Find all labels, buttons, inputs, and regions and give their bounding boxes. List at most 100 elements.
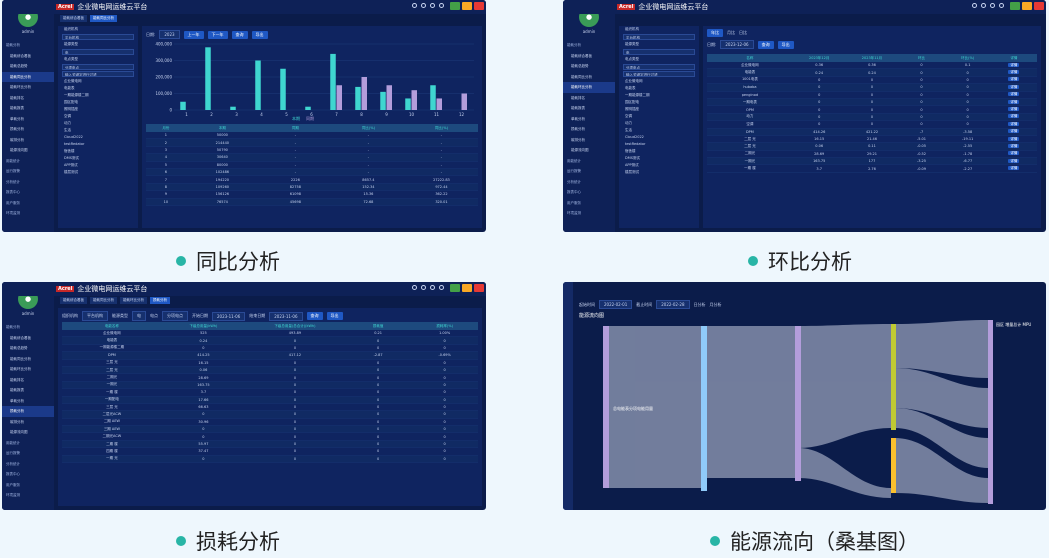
detail-button-label[interactable]: 详情: [1008, 129, 1020, 134]
detail-button-label[interactable]: 详情: [1008, 107, 1020, 112]
sidebar-item[interactable]: 碳排分析: [2, 417, 54, 428]
detail-button[interactable]: 详情: [991, 114, 1037, 119]
bar-current[interactable]: [255, 60, 261, 111]
tab-day[interactable]: 日比: [739, 30, 747, 36]
end-date-input[interactable]: 2022-02-28: [656, 300, 690, 309]
column-header[interactable]: 环比: [898, 56, 944, 61]
tree-node[interactable]: 照明插座: [58, 106, 138, 113]
detail-button-label[interactable]: 详情: [1008, 99, 1020, 104]
detail-button[interactable]: 详情: [991, 121, 1037, 127]
detail-button-label[interactable]: 详情: [1008, 143, 1020, 148]
column-header[interactable]: 2023年12月: [793, 56, 846, 61]
sidebar-item[interactable]: 能耗分析: [2, 40, 54, 51]
tree-node[interactable]: 空调: [58, 113, 138, 120]
bar-current[interactable]: [180, 101, 186, 110]
sidebar-item[interactable]: 损耗分析: [563, 124, 615, 135]
tree-node[interactable]: 电能表: [619, 85, 699, 92]
sidebar-item[interactable]: 单耗分析: [563, 114, 615, 125]
tree-node[interactable]: 空调: [619, 113, 699, 120]
prev-year-button[interactable]: 上一年: [183, 30, 204, 39]
sidebar-item[interactable]: 能耗同比分析: [563, 72, 615, 83]
tree-node[interactable]: 动力: [619, 120, 699, 127]
sidebar-item[interactable]: 用能统计: [2, 156, 54, 167]
tree-node[interactable]: 宿舍楼: [619, 148, 699, 155]
sidebar-item[interactable]: 能耗报表: [2, 385, 54, 396]
status-badge-yellow[interactable]: [462, 2, 472, 10]
tree-node[interactable]: DMS测试: [58, 155, 138, 162]
bar-current[interactable]: [380, 91, 386, 110]
end-date-input[interactable]: 2023-11-06: [269, 311, 303, 321]
column-header[interactable]: 损耗率(%): [411, 324, 478, 329]
bar-previous[interactable]: [336, 85, 343, 110]
sidebar-item[interactable]: 能耗综合看板: [2, 51, 54, 62]
sidebar-item[interactable]: 环境监测: [2, 208, 54, 219]
sidebar-item[interactable]: 环境监测: [563, 208, 615, 219]
radio-month[interactable]: 月分析: [710, 302, 722, 308]
bar-previous[interactable]: [436, 98, 443, 110]
sidebar-item[interactable]: 用能统计: [563, 156, 615, 167]
detail-button[interactable]: 详情: [991, 77, 1037, 82]
detail-button[interactable]: 详情: [991, 136, 1037, 142]
sidebar-item[interactable]: 运行报警: [563, 166, 615, 177]
tree-node[interactable]: Cloud2022: [619, 134, 699, 141]
type-select[interactable]: 分项电点: [62, 64, 134, 70]
column-header[interactable]: 下级总用量(总合计)(kWh): [245, 324, 345, 329]
date-input[interactable]: 2023: [159, 30, 180, 39]
detail-button[interactable]: 详情: [991, 84, 1037, 90]
tree-node[interactable]: 一期能源楼二期: [619, 92, 699, 99]
detail-button[interactable]: 详情: [991, 99, 1037, 105]
type-select[interactable]: 分项电点: [162, 311, 188, 321]
detail-button[interactable]: 详情: [991, 151, 1037, 156]
sankey-node[interactable]: [891, 438, 896, 493]
detail-button-label[interactable]: 详情: [1008, 84, 1020, 89]
column-header[interactable]: 2023年11月: [846, 56, 899, 61]
tree-node[interactable]: testRedator: [58, 141, 138, 148]
tab-overview[interactable]: 能耗综合看板: [60, 15, 87, 22]
start-date-input[interactable]: 2022-02-01: [599, 300, 633, 309]
tree-node[interactable]: DMS测试: [619, 155, 699, 162]
detail-button-label[interactable]: 详情: [1008, 166, 1020, 171]
status-badge-green[interactable]: [1010, 2, 1020, 10]
tree-node[interactable]: 一期能源楼二期: [58, 92, 138, 99]
export-button[interactable]: 导出: [326, 312, 343, 320]
sidebar-item[interactable]: 能耗分析: [2, 322, 54, 333]
bar-current[interactable]: [430, 85, 436, 110]
org-select[interactable]: 平台机构: [82, 311, 108, 321]
search-icon[interactable]: [412, 3, 417, 8]
detail-button[interactable]: 详情: [991, 70, 1037, 75]
column-header[interactable]: 下级总用量(kWh): [162, 324, 245, 329]
query-button[interactable]: 查询: [306, 312, 323, 320]
tab-yoy[interactable]: 能耗同比分析: [90, 15, 117, 22]
tree-node[interactable]: 电能表: [58, 85, 138, 92]
sidebar-item[interactable]: 用能统计: [2, 438, 54, 449]
sidebar-item[interactable]: 能耗分析: [563, 40, 615, 51]
detail-button-label[interactable]: 详情: [1008, 70, 1020, 75]
status-badge-green[interactable]: [450, 2, 460, 10]
column-header[interactable]: 同比(%): [405, 126, 478, 131]
sidebar-item[interactable]: 能耗环比分析: [2, 364, 54, 375]
bar-current[interactable]: [305, 106, 311, 110]
org-select[interactable]: 平台机构: [62, 34, 134, 40]
column-header[interactable]: 月份: [146, 126, 186, 131]
bell-icon[interactable]: [421, 285, 426, 290]
column-header[interactable]: 名称: [707, 56, 793, 61]
bell-icon[interactable]: [981, 3, 986, 8]
settings-icon[interactable]: [430, 3, 435, 8]
detail-button-label[interactable]: 详情: [1008, 121, 1020, 126]
column-header[interactable]: 同比(%): [332, 126, 405, 131]
tab-overview[interactable]: 能耗综合看板: [60, 297, 87, 304]
tree-node[interactable]: 照明插座: [619, 106, 699, 113]
search-icon[interactable]: [972, 3, 977, 8]
detail-button[interactable]: 详情: [991, 166, 1037, 171]
query-button[interactable]: 查询: [757, 40, 774, 49]
status-badge-green[interactable]: [450, 284, 460, 292]
settings-icon[interactable]: [430, 285, 435, 290]
sidebar-item[interactable]: 能源流向图: [2, 427, 54, 438]
energy-select[interactable]: 电: [62, 49, 134, 55]
tab-yoy[interactable]: 能耗同比分析: [90, 297, 117, 304]
bar-previous[interactable]: [411, 90, 418, 110]
export-button[interactable]: 导出: [777, 40, 794, 49]
detail-button-label[interactable]: 详情: [1008, 114, 1020, 119]
sidebar-item[interactable]: 环境监测: [2, 490, 54, 501]
tab-month[interactable]: 月比: [727, 30, 735, 36]
